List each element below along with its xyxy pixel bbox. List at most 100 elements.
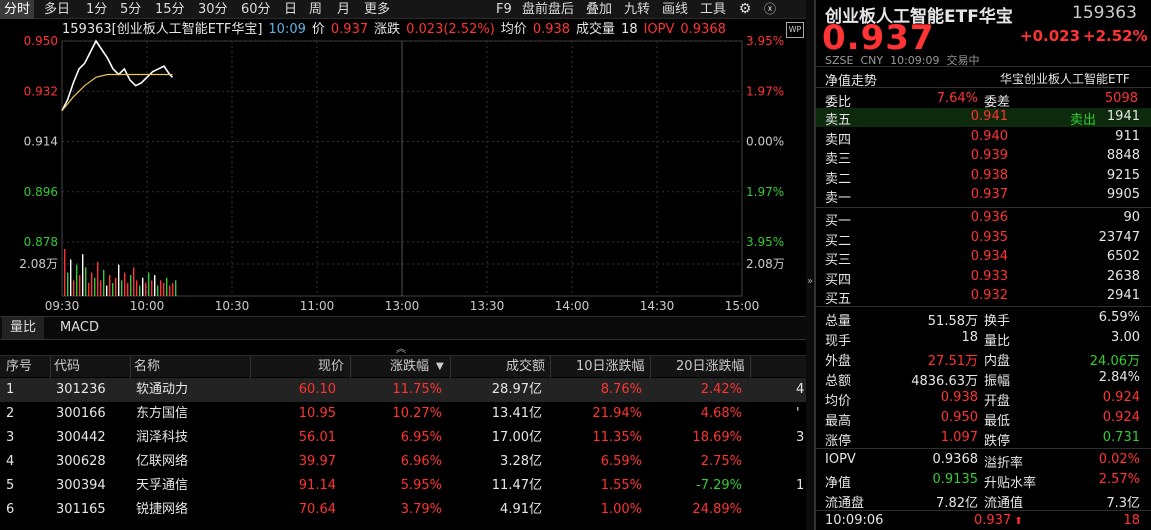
sort-desc-icon[interactable]: ▼ [436, 356, 444, 378]
volume-bar [160, 280, 162, 296]
tab-month[interactable]: 月 [333, 0, 354, 19]
table-row[interactable]: 4 300628 亿联网络 39.97 6.96% 3.28亿 6.59% 2.75% [0, 450, 806, 474]
stat-value: 0.950 [940, 410, 978, 425]
f9-button[interactable]: F9 [492, 0, 516, 19]
close-icon[interactable]: ⓧ [760, 0, 780, 19]
collapse-chevron-icon[interactable]: ︽ [396, 340, 406, 355]
row-20d: 4.68% [700, 406, 742, 421]
ask-row: 卖五 0.941 卖出 1941 [816, 108, 1151, 128]
stat-value: 4836.63万 [911, 374, 978, 389]
col-index[interactable]: 序号 [6, 356, 32, 378]
volume-bar [94, 277, 96, 296]
volume-bar [121, 280, 123, 296]
col-price[interactable]: 现价 [318, 356, 344, 378]
row-name: 软通动力 [136, 382, 189, 397]
nine-turn-button[interactable]: 九转 [620, 0, 654, 19]
ask-vol: 9215 [1106, 167, 1140, 183]
row-10d: 11.35% [592, 430, 642, 445]
tick-time: 10:09:06 [825, 513, 884, 528]
tab-60min[interactable]: 60分 [237, 0, 275, 19]
volume-tick: 2.08万 [19, 257, 58, 271]
tab-more[interactable]: 更多 [360, 0, 394, 19]
stat-value: 24.06万 [1089, 354, 1140, 369]
row-20d: 18.69% [692, 430, 742, 445]
pct-tick: 0.00% [746, 135, 784, 149]
stat-label: 最高 [825, 414, 852, 429]
volume-bar [139, 285, 141, 296]
quote-code: 159363 [1072, 3, 1137, 23]
price-tick: 0.896 [24, 185, 58, 199]
stat-value: 0.02% [1098, 452, 1140, 467]
table-row[interactable]: 2 300166 东方国信 10.95 10.27% 13.41亿 21.94% 4.68% ' [0, 402, 806, 426]
premarket-button[interactable]: 盘前盘后 [518, 0, 578, 19]
price-tick: 0.950 [24, 34, 58, 48]
stat-label: 总额 [825, 374, 852, 389]
stat-value: 0.9368 [932, 452, 979, 467]
stat-value: 2.57% [1098, 472, 1140, 487]
tab-day[interactable]: 日 [280, 0, 301, 19]
ask-row: 卖二 0.938 9215 [816, 167, 1151, 187]
tools-button[interactable]: 工具 [696, 0, 730, 19]
col-name[interactable]: 名称 [134, 356, 160, 378]
col-pct[interactable]: 涨跌幅 [390, 356, 429, 378]
tab-macd[interactable]: MACD [52, 317, 107, 339]
bid-vol: 2638 [1106, 268, 1140, 284]
row-10d: 21.94% [592, 406, 642, 421]
overlay-button[interactable]: 叠加 [582, 0, 616, 19]
gear-icon[interactable]: ⚙ [735, 0, 755, 19]
tab-multi-day[interactable]: 多日 [40, 0, 74, 19]
row-amount: 4.91亿 [500, 502, 542, 517]
stat-value: 0.924 [1102, 410, 1140, 425]
row-index: 1 [6, 382, 15, 397]
volume-bar [175, 280, 177, 296]
tab-intraday[interactable]: 分时 [0, 0, 35, 19]
row-pct: 3.79% [400, 502, 442, 517]
bid-price: 0.933 [970, 268, 1008, 284]
volume-bar [73, 280, 75, 296]
tab-15min[interactable]: 15分 [151, 0, 189, 19]
stat-value: 7.82亿 [936, 496, 978, 511]
bid-vol: 90 [1123, 210, 1140, 225]
volume-bar [100, 280, 102, 296]
stat-label: 开盘 [984, 394, 1011, 409]
tab-5min[interactable]: 5分 [116, 0, 145, 19]
col-10d[interactable]: 10日涨跌幅 [576, 356, 645, 378]
table-row[interactable]: 5 300394 天孚通信 91.14 5.95% 11.47亿 1.55% -7.29% 1 [0, 474, 806, 498]
row-code: 300628 [56, 454, 106, 469]
bid-price: 0.936 [970, 210, 1008, 225]
intraday-chart[interactable]: 0.950 3.95% 0.932 1.97% 0.914 0.00% 0.896 1.97%… [0, 20, 806, 316]
row-name: 亿联网络 [136, 454, 189, 469]
ask-vol: 911 [1115, 128, 1140, 144]
tab-volume-ratio[interactable]: 量比 [2, 317, 45, 339]
row-price: 10.95 [298, 406, 336, 421]
draw-line-button[interactable]: 画线 [658, 0, 692, 19]
time-tick: 13:00 [385, 299, 420, 313]
tab-30min[interactable]: 30分 [194, 0, 232, 19]
table-row[interactable]: 6 301165 锐捷网络 70.64 3.79% 4.91亿 1.00% 24.89% [0, 498, 806, 522]
row-pct: 11.75% [392, 382, 442, 397]
volume-bar [97, 262, 99, 296]
volume-bar [154, 275, 156, 296]
volume-bar [88, 282, 90, 296]
stat-label: 振幅 [984, 374, 1011, 389]
time-tick: 10:00 [130, 299, 165, 313]
stat-value: 7.3亿 [1106, 496, 1140, 511]
col-code[interactable]: 代码 [54, 356, 80, 378]
ask-row: 卖三 0.939 8848 [816, 147, 1151, 167]
stat-value: 0.938 [940, 390, 978, 405]
col-amount[interactable]: 成交额 [506, 356, 545, 378]
stat-label: IOPV [825, 452, 856, 467]
table-row[interactable]: 3 300442 润泽科技 56.01 6.95% 17.00亿 11.35% 18.69% 3 [0, 426, 806, 450]
panel-splitter[interactable]: » [806, 0, 815, 530]
table-row[interactable]: 1 301236 软通动力 60.10 11.75% 28.97亿 8.76% 2.42% 4 [0, 378, 806, 402]
stat-label: 流通值 [984, 496, 1024, 511]
tab-week[interactable]: 周 [305, 0, 326, 19]
col-20d[interactable]: 20日涨跌幅 [676, 356, 745, 378]
indicator-tabs: 量比 MACD [0, 316, 806, 340]
tab-1min[interactable]: 1分 [82, 0, 111, 19]
stat-label: 最低 [984, 414, 1011, 429]
ask-label: 卖一 [825, 191, 852, 206]
stat-label: 升贴水率 [984, 476, 1037, 491]
row-index: 4 [6, 454, 15, 469]
stat-label: 溢折率 [984, 456, 1024, 471]
